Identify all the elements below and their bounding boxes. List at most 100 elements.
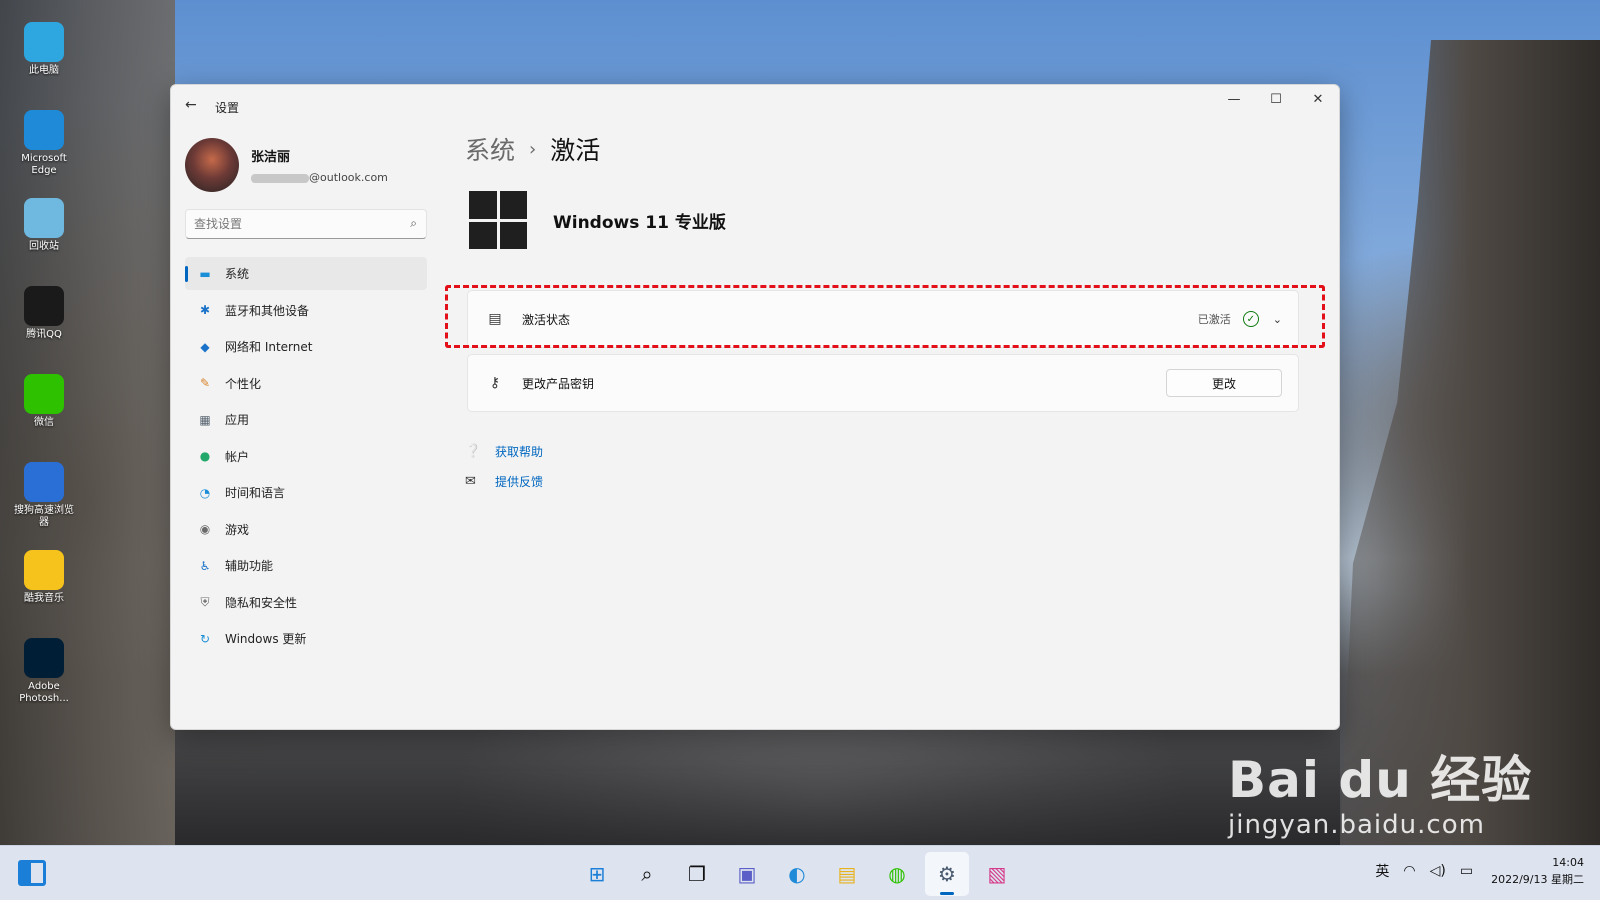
maximize-icon[interactable]: ☐ — [1255, 85, 1297, 113]
windows-update-icon: ↻ — [199, 631, 211, 646]
qq-penguin-icon — [24, 286, 64, 326]
sidebar-item-label: Windows 更新 — [225, 632, 307, 646]
avatar[interactable] — [185, 138, 239, 192]
title-bar: ← 设置 — ☐ ✕ — [171, 85, 1339, 125]
wifi-icon: ◆ — [200, 339, 210, 354]
breadcrumb: 系统 › 激活 — [465, 131, 600, 167]
taskbar-settings-icon[interactable]: ⚙ — [925, 852, 969, 896]
desktop-icon-label: 酷我音乐 — [24, 593, 64, 604]
accessibility-icon: ♿ — [199, 558, 211, 573]
email-blurred-part — [251, 173, 309, 183]
breadcrumb-separator: › — [529, 138, 537, 160]
sidebar-item-label: 帐户 — [225, 449, 250, 464]
desktop-icon-label: 腾讯QQ — [26, 329, 62, 340]
sidebar-item-2[interactable]: ◆ 网络和 Internet — [185, 330, 427, 363]
breadcrumb-parent-system[interactable]: 系统 — [465, 131, 515, 167]
page-title: 激活 — [550, 136, 601, 165]
sidebar-item-0[interactable]: ▬ 系统 — [185, 257, 427, 290]
search-input[interactable] — [186, 210, 396, 238]
system-tray: 英 ◠ ◁) ▭ 14:04 2022/9/13 星期二 — [1375, 854, 1584, 888]
close-icon[interactable]: ✕ — [1297, 85, 1339, 113]
sidebar-item-label: 时间和语言 — [225, 486, 286, 500]
sidebar-item-6[interactable]: ◔ 时间和语言 — [185, 476, 427, 509]
desktop-icon[interactable]: Microsoft Edge — [10, 110, 78, 194]
windows-edition: Windows 11 专业版 — [553, 212, 726, 233]
wifi-icon[interactable]: ◠ — [1403, 863, 1415, 879]
help-links: ❔ 获取帮助 ✉ 提供反馈 — [465, 441, 543, 501]
taskbar-chat-icon[interactable]: ▣ — [725, 852, 769, 896]
taskbar-task-view-icon[interactable]: ❐ — [675, 852, 719, 896]
desktop-icon[interactable]: 微信 — [10, 374, 78, 458]
sidebar-item-3[interactable]: ✎ 个性化 — [185, 367, 427, 400]
change-button[interactable]: 更改 — [1166, 369, 1282, 397]
apps-icon: ▦ — [199, 412, 211, 427]
sogou-browser-icon — [24, 462, 64, 502]
desktop-icon-label: 此电脑 — [29, 65, 59, 76]
sidebar-item-label: 系统 — [225, 267, 250, 281]
watermark-url: jingyan.baidu.com — [1228, 810, 1485, 840]
sidebar-item-label: 隐私和安全性 — [225, 595, 298, 610]
taskbar-search-icon[interactable]: ⌕ — [625, 852, 669, 896]
taskbar-wechat-icon[interactable]: ◍ — [875, 852, 919, 896]
edition-header: Windows 11 专业版 — [469, 191, 726, 249]
check-circle-icon: ✓ — [1242, 311, 1259, 327]
taskbar-image-editor-icon[interactable]: ▧ — [975, 852, 1019, 896]
ime-indicator[interactable]: 英 — [1375, 861, 1389, 881]
taskbar-edge-icon[interactable]: ◐ — [775, 852, 819, 896]
email-domain: @outlook.com — [309, 171, 388, 184]
desktop-icon-label: Adobe Photosh... — [19, 681, 69, 704]
sidebar-item-label: 个性化 — [225, 376, 262, 391]
taskbar: ⊞ ⌕ ❐ ▣ ◐ ▤ ◍ ⚙ ▧ 英 ◠ ◁) ▭ 14:04 2022/9/13 星期二 — [0, 845, 1600, 900]
sidebar-item-label: 蓝牙和其他设备 — [225, 303, 310, 318]
desktop-icon[interactable]: Adobe Photosh... — [10, 638, 78, 722]
desktop-icon-label: 搜狗高速浏览器 — [14, 505, 74, 528]
search-box: ⌕ — [185, 209, 427, 239]
chevron-down-icon[interactable]: ⌄ — [1273, 313, 1282, 326]
sidebar-item-label: 应用 — [225, 413, 250, 427]
activation-state-card[interactable]: ▤ 激活状态 已激活 ✓ ⌄ — [467, 290, 1299, 348]
link-row: ✉ 提供反馈 — [465, 471, 543, 491]
clock-date: 2022/9/13 星期二 — [1491, 873, 1584, 886]
recycle-bin-icon — [24, 198, 64, 238]
desktop-wallpaper-right-rocks — [1340, 40, 1600, 845]
taskbar-file-explorer-icon[interactable]: ▤ — [825, 852, 869, 896]
desktop-icon-list: 此电脑 Microsoft Edge 回收站腾讯QQ 微信搜狗高速浏览器酷我音乐 Ado… — [10, 22, 78, 726]
link-0[interactable]: 获取帮助 — [495, 443, 543, 460]
desktop-icon[interactable]: 此电脑 — [10, 22, 78, 106]
app-title: 设置 — [215, 101, 240, 115]
shield-icon: ⛨ — [200, 594, 210, 609]
battery-icon[interactable]: ▭ — [1460, 863, 1473, 879]
widgets-icon[interactable] — [18, 860, 46, 886]
sidebar-item-7[interactable]: ◉ 游戏 — [185, 513, 427, 546]
sidebar-item-8[interactable]: ♿ 辅助功能 — [185, 549, 427, 582]
volume-icon[interactable]: ◁) — [1430, 863, 1446, 879]
window-controls: — ☐ ✕ — [1213, 85, 1339, 113]
sidebar-item-10[interactable]: ↻ Windows 更新 — [185, 622, 427, 655]
user-profile[interactable]: 张洁丽 @outlook.com — [185, 137, 388, 193]
back-arrow-icon[interactable]: ← — [185, 97, 197, 113]
bluetooth-icon: ✱ — [199, 303, 211, 317]
minimize-icon[interactable]: — — [1213, 85, 1255, 113]
search-icon[interactable]: ⌕ — [410, 216, 417, 231]
desktop-icon[interactable]: 酷我音乐 — [10, 550, 78, 634]
clock[interactable]: 14:04 2022/9/13 星期二 — [1491, 854, 1584, 888]
gamepad-icon: ◉ — [199, 522, 211, 536]
desktop-icon-label: Microsoft Edge — [21, 153, 67, 176]
sidebar-item-5[interactable]: ● 帐户 — [185, 440, 427, 473]
sidebar-item-9[interactable]: ⛨ 隐私和安全性 — [185, 586, 427, 619]
sidebar-item-1[interactable]: ✱ 蓝牙和其他设备 — [185, 294, 427, 327]
baidu-watermark: Bai du 经验 jingyan.baidu.com — [1228, 740, 1532, 840]
help-icon: ❔ — [465, 443, 482, 459]
taskbar-start-icon[interactable]: ⊞ — [575, 852, 619, 896]
desktop-icon[interactable]: 腾讯QQ — [10, 286, 78, 370]
desktop-icon[interactable]: 回收站 — [10, 198, 78, 282]
profile-info: 张洁丽 @outlook.com — [251, 146, 388, 184]
sidebar-item-label: 网络和 Internet — [225, 340, 313, 354]
link-1[interactable]: 提供反馈 — [495, 473, 543, 490]
change-product-key-action: 更改 — [1166, 369, 1282, 397]
clock-time: 14:04 — [1552, 856, 1584, 869]
activation-state-label: 激活状态 — [522, 312, 571, 327]
desktop-icon[interactable]: 搜狗高速浏览器 — [10, 462, 78, 546]
user-email: @outlook.com — [251, 171, 388, 184]
sidebar-item-4[interactable]: ▦ 应用 — [185, 403, 427, 436]
